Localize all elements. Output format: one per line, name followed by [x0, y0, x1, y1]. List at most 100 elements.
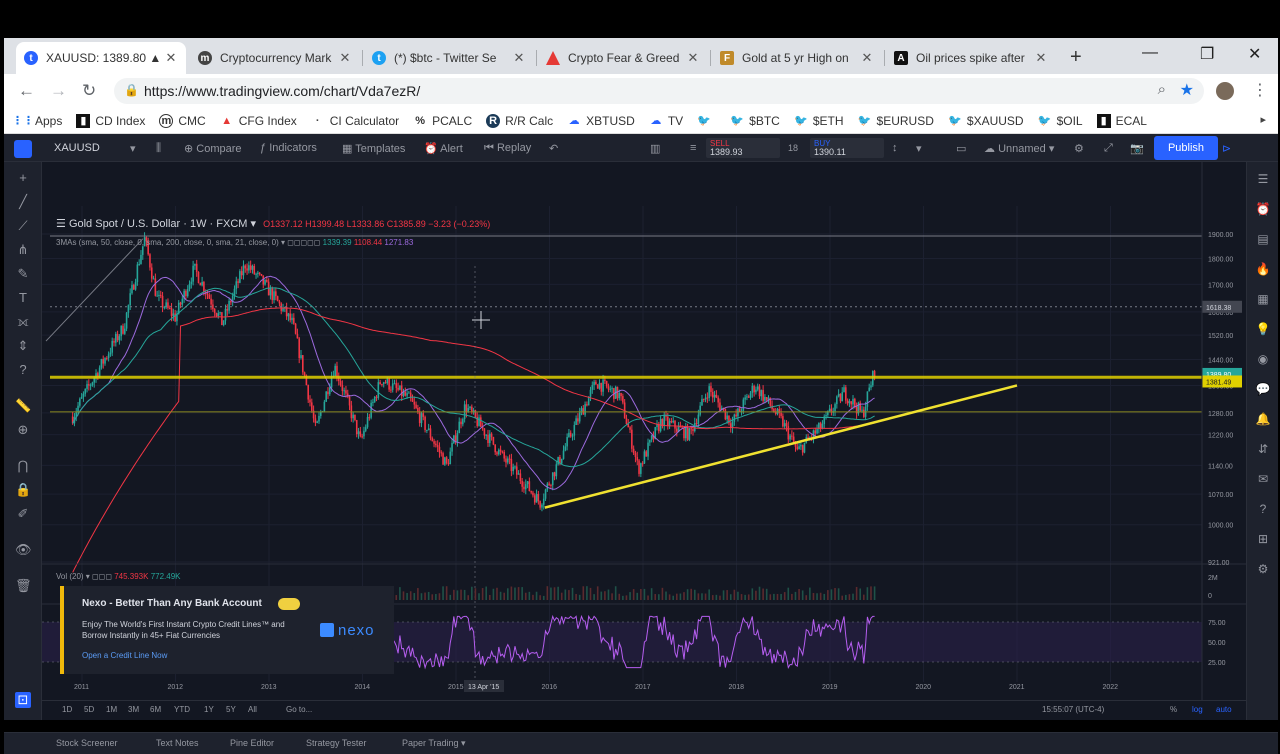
bookmark-rr-calc[interactable]: R R/R Calc	[486, 113, 553, 128]
eye-icon[interactable]: 👁	[15, 542, 32, 558]
buy-button[interactable]: BUY 1390.11	[810, 138, 884, 158]
data-window-icon[interactable]: ▤	[1255, 232, 1271, 248]
interval-icon[interactable]: ▾	[130, 142, 136, 155]
close-window-button[interactable]: ✕	[1248, 44, 1261, 64]
templates-button[interactable]: ▦ Templates	[342, 142, 405, 155]
alerts-icon[interactable]: ⏰	[1255, 202, 1271, 218]
profile-avatar[interactable]	[1216, 82, 1234, 100]
bookmark-ecal[interactable]: ▮ ECAL	[1096, 113, 1147, 128]
replay-button[interactable]: ⏮ Replay	[484, 142, 531, 155]
legend-menu-icon[interactable]: ☰	[56, 218, 66, 230]
bookmark-twitter[interactable]: 🐦	[697, 114, 716, 128]
bookmark-ci-calculator[interactable]: · CI Calculator	[311, 114, 399, 128]
bookmark-cmc[interactable]: m CMC	[159, 113, 206, 128]
nexo-ad-popup[interactable]: Nexo - Better Than Any Bank Account Enjo…	[60, 586, 394, 674]
publish-button[interactable]: Publish	[1154, 136, 1218, 160]
tv-menu-icon[interactable]	[14, 140, 32, 158]
layout-name[interactable]: ☁ Unnamed ▾	[984, 142, 1054, 155]
calendar-icon[interactable]: ▦	[1255, 292, 1271, 308]
quantity-icon[interactable]: ↕	[892, 142, 898, 154]
tab-cryptocurrency[interactable]: m Cryptocurrency Mark ✕	[190, 42, 360, 74]
chats-icon[interactable]: 💬	[1255, 382, 1271, 398]
tf-1y[interactable]: 1Y	[204, 705, 214, 714]
goto-date-button[interactable]: Go to...	[286, 705, 312, 714]
indicators-button[interactable]: ƒ Indicators	[260, 142, 317, 154]
watchlist-icon[interactable]: ☰	[1255, 172, 1271, 188]
pattern-icon[interactable]: ⟗	[15, 314, 31, 330]
bookmark-oil[interactable]: 🐦 $OIL	[1038, 114, 1083, 128]
snapshot-icon[interactable]: 📷	[1130, 142, 1144, 155]
publish-options-icon[interactable]: ⊳	[1222, 142, 1231, 155]
tab-xauusd[interactable]: t XAUUSD: 1389.80 ▲ ✕	[16, 42, 186, 74]
ruler-icon[interactable]: 📏	[15, 398, 31, 414]
layout-icon[interactable]: ▥	[650, 142, 660, 155]
order-icon[interactable]: ≡	[690, 142, 696, 154]
close-icon[interactable]: ✕	[512, 50, 526, 66]
auto-scale-button[interactable]: auto	[1216, 705, 1232, 714]
tf-3m[interactable]: 3M	[128, 705, 139, 714]
close-icon[interactable]: ✕	[338, 50, 352, 66]
order-panel-icon[interactable]: ⇵	[1255, 442, 1271, 458]
tf-all[interactable]: All	[248, 705, 257, 714]
chart-type-icon[interactable]: ⫼	[156, 142, 161, 155]
crosshair-icon[interactable]: +	[15, 170, 31, 186]
browser-menu-icon[interactable]: ⋮	[1252, 80, 1268, 100]
sell-button[interactable]: SELL 1389.93	[706, 138, 780, 158]
bookmark-eth[interactable]: 🐦 $ETH	[794, 114, 844, 128]
trash-icon[interactable]: 🗑	[15, 578, 32, 594]
ideas-icon[interactable]: 💡	[1255, 322, 1271, 338]
tf-5y[interactable]: 5Y	[226, 705, 236, 714]
settings-icon[interactable]: ⚙	[1074, 142, 1084, 155]
symbol-legend[interactable]: ☰ Gold Spot / U.S. Dollar · 1W · FXCM ▾ …	[56, 217, 490, 230]
close-icon[interactable]: ✕	[164, 50, 178, 66]
pitchfork-icon[interactable]: ⋔	[15, 242, 31, 258]
back-button[interactable]: ←	[18, 81, 35, 101]
lock-drawings-icon[interactable]: 🔒	[15, 482, 31, 498]
qty-dropdown-icon[interactable]: ▾	[916, 142, 922, 155]
trendline-icon[interactable]: ╱	[15, 194, 31, 210]
notifications-icon[interactable]: 🔔	[1255, 412, 1271, 428]
tab-oil-news[interactable]: A Oil prices spike after ✕	[886, 42, 1056, 74]
bookmark-eurusd[interactable]: 🐦 $EURUSD	[858, 114, 934, 128]
forward-button[interactable]: →	[50, 81, 67, 101]
maximize-button[interactable]: ❐	[1200, 44, 1214, 64]
alert-button[interactable]: ⏰ Alert	[424, 142, 463, 155]
bookmarks-overflow-icon[interactable]: ▸	[1260, 113, 1266, 126]
reload-button[interactable]: ↻	[82, 81, 96, 101]
volume-legend[interactable]: Vol (20) ▾ ◻◻◻ 745.393K 772.49K	[56, 572, 181, 581]
bookmark-xbtusd[interactable]: ☁ XBTUSD	[567, 114, 635, 128]
undo-icon[interactable]: ↶	[549, 142, 558, 155]
tab-text-notes[interactable]: Text Notes	[156, 738, 199, 748]
bookmark-cd-index[interactable]: ▮ CD Index	[76, 113, 145, 128]
symbol-search[interactable]: XAUUSD	[54, 142, 100, 154]
bookmark-tv[interactable]: ☁ TV	[649, 114, 683, 128]
layout-select-icon[interactable]: ▭	[956, 142, 966, 155]
clock-readout[interactable]: 15:55:07 (UTC-4)	[1042, 705, 1104, 714]
tab-gold-news[interactable]: F Gold at 5 yr High on ✕	[712, 42, 882, 74]
compare-button[interactable]: ⊕ Compare	[184, 142, 242, 155]
minimize-button[interactable]: —	[1142, 44, 1158, 62]
screener-icon[interactable]: ⊞	[1255, 532, 1271, 548]
log-scale-button[interactable]: log	[1192, 705, 1203, 714]
tab-stock-screener[interactable]: Stock Screener	[56, 738, 118, 748]
ray-icon[interactable]: ⟋	[15, 218, 31, 234]
magnet-icon[interactable]: ⋂	[15, 458, 31, 474]
hotlists-icon[interactable]: 🔥	[1255, 262, 1271, 278]
text-icon[interactable]: T	[15, 290, 31, 306]
percent-scale-button[interactable]: %	[1170, 705, 1177, 714]
bookmark-pcalc[interactable]: % PCALC	[413, 114, 472, 128]
tab-twitter[interactable]: t (*) $btc - Twitter Se ✕	[364, 42, 534, 74]
streams-icon[interactable]: ◉	[1255, 352, 1271, 368]
bookmark-cfg-index[interactable]: ▲ CFG Index	[220, 114, 296, 128]
tab-paper-trading[interactable]: Paper Trading ▾	[402, 738, 466, 749]
new-tab-button[interactable]: +	[1070, 46, 1082, 69]
close-icon[interactable]: ✕	[860, 50, 874, 66]
close-icon[interactable]: ✕	[686, 50, 700, 66]
stay-drawing-icon[interactable]: ✐	[15, 506, 31, 522]
prediction-icon[interactable]: ⇕	[15, 338, 31, 354]
tab-strategy-tester[interactable]: Strategy Tester	[306, 738, 366, 748]
tf-1d[interactable]: 1D	[62, 705, 72, 714]
close-icon[interactable]: ✕	[1034, 50, 1048, 66]
help-icon[interactable]: ?	[1255, 502, 1271, 518]
ma-legend[interactable]: 3MAs (sma, 50, close, 0, sma, 200, close…	[56, 238, 413, 247]
